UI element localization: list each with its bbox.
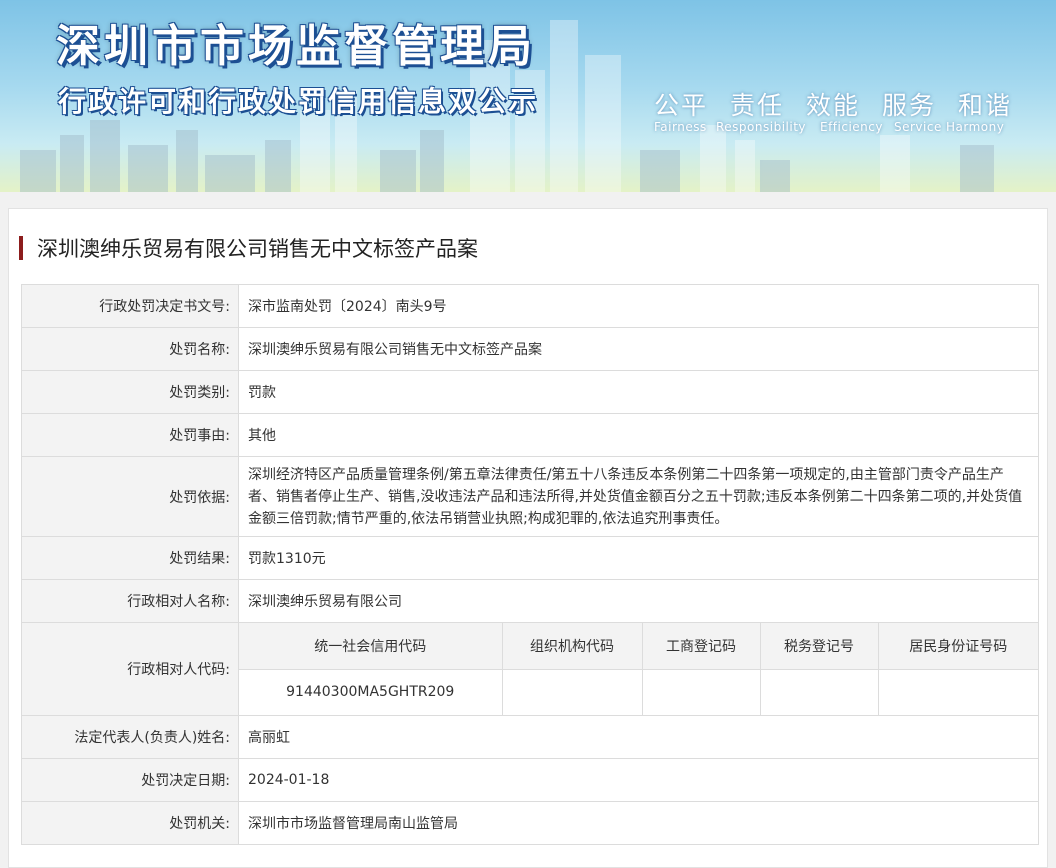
slogan-en-item: Fairness xyxy=(654,120,707,134)
slogan-en-item: Responsibility xyxy=(716,120,807,134)
penalty-reason-value: 其他 xyxy=(238,413,1039,457)
site-subtitle: 行政许可和行政处罚信用信息双公示 xyxy=(58,85,539,118)
field-label: 处罚依据: xyxy=(21,456,239,537)
field-label: 法定代表人(负责人)姓名: xyxy=(21,715,239,759)
legal-rep-value: 高丽虹 xyxy=(238,715,1039,759)
case-detail-panel: 深圳澳绅乐贸易有限公司销售无中文标签产品案 行政处罚决定书文号: 深市监南处罚〔… xyxy=(8,208,1048,868)
business-reg-value xyxy=(642,669,761,715)
table-row: 处罚名称: 深圳澳绅乐贸易有限公司销售无中文标签产品案 xyxy=(21,327,1039,371)
slogan-en: Fairness Responsibility Efficiency Service H… xyxy=(654,120,1004,134)
org-code-value xyxy=(502,669,643,715)
field-label: 处罚类别: xyxy=(21,370,239,414)
codes-header: 居民身份证号码 xyxy=(878,623,1038,670)
site-title: 深圳市市场监督管理局 xyxy=(56,21,536,72)
table-row: 行政相对人名称: 深圳澳绅乐贸易有限公司 xyxy=(21,579,1039,623)
penalty-name-value: 深圳澳绅乐贸易有限公司销售无中文标签产品案 xyxy=(238,327,1039,371)
slogan-item: 公平 xyxy=(654,91,709,120)
slogan-item: 效能 xyxy=(806,91,861,120)
header-banner: 深圳市市场监督管理局 行政许可和行政处罚信用信息双公示 公平 责任 效能 服务 和谐 F… xyxy=(0,0,1056,192)
slogan-en-item: Service xyxy=(894,120,942,134)
party-name-value: 深圳澳绅乐贸易有限公司 xyxy=(238,579,1039,623)
field-label: 处罚名称: xyxy=(21,327,239,371)
field-label: 处罚机关: xyxy=(21,801,239,845)
table-row: 处罚事由: 其他 xyxy=(21,413,1039,457)
case-title-text: 深圳澳绅乐贸易有限公司销售无中文标签产品案 xyxy=(37,237,478,261)
codes-value-row: 91440300MA5GHTR209 xyxy=(239,669,1038,715)
table-row: 行政相对人代码: 统一社会信用代码 组织机构代码 工商登记码 税务登记号 居民身… xyxy=(21,622,1039,716)
penalty-result-value: 罚款1310元 xyxy=(238,536,1039,580)
slogan-item: 责任 xyxy=(730,91,785,120)
field-label: 行政相对人代码: xyxy=(21,622,239,716)
field-label: 处罚事由: xyxy=(21,413,239,457)
credit-code-value: 91440300MA5GHTR209 xyxy=(239,669,503,715)
field-label: 行政处罚决定书文号: xyxy=(21,284,239,328)
table-row: 处罚依据: 深圳经济特区产品质量管理条例/第五章法律责任/第五十八条违反本条例第… xyxy=(21,456,1039,537)
id-number-value xyxy=(878,669,1038,715)
codes-header: 工商登记码 xyxy=(642,623,761,670)
decision-number-value: 深市监南处罚〔2024〕南头9号 xyxy=(238,284,1039,328)
table-row: 处罚类别: 罚款 xyxy=(21,370,1039,414)
field-label: 处罚决定日期: xyxy=(21,758,239,802)
table-row: 行政处罚决定书文号: 深市监南处罚〔2024〕南头9号 xyxy=(21,284,1039,328)
field-label: 行政相对人名称: xyxy=(21,579,239,623)
codes-header: 税务登记号 xyxy=(760,623,879,670)
table-row: 处罚结果: 罚款1310元 xyxy=(21,536,1039,580)
codes-header: 统一社会信用代码 xyxy=(239,623,503,670)
slogan-cn: 公平 责任 效能 服务 和谐 xyxy=(654,86,1012,122)
slogan-item: 服务 xyxy=(882,91,937,120)
decision-date-value: 2024-01-18 xyxy=(238,758,1039,802)
slogan-en-item: Harmony xyxy=(946,120,1005,134)
slogan-en-item: Efficiency xyxy=(820,120,883,134)
tax-reg-value xyxy=(760,669,879,715)
codes-header: 组织机构代码 xyxy=(502,623,643,670)
authority-value: 深圳市市场监督管理局南山监管局 xyxy=(238,801,1039,845)
slogan-item: 和谐 xyxy=(958,91,1013,120)
case-title: 深圳澳绅乐贸易有限公司销售无中文标签产品案 xyxy=(19,233,478,263)
party-codes-table: 统一社会信用代码 组织机构代码 工商登记码 税务登记号 居民身份证号码 9144… xyxy=(239,623,1038,715)
codes-header-row: 统一社会信用代码 组织机构代码 工商登记码 税务登记号 居民身份证号码 xyxy=(239,623,1038,670)
penalty-category-value: 罚款 xyxy=(238,370,1039,414)
penalty-basis-value: 深圳经济特区产品质量管理条例/第五章法律责任/第五十八条违反本条例第二十四条第一… xyxy=(238,456,1039,537)
party-codes-cell: 统一社会信用代码 组织机构代码 工商登记码 税务登记号 居民身份证号码 9144… xyxy=(238,622,1039,716)
table-row: 处罚决定日期: 2024-01-18 xyxy=(21,758,1039,802)
penalty-info-table: 行政处罚决定书文号: 深市监南处罚〔2024〕南头9号 处罚名称: 深圳澳绅乐贸… xyxy=(21,284,1039,845)
title-accent-bar xyxy=(19,236,23,260)
table-row: 处罚机关: 深圳市市场监督管理局南山监管局 xyxy=(21,801,1039,845)
table-row: 法定代表人(负责人)姓名: 高丽虹 xyxy=(21,715,1039,759)
field-label: 处罚结果: xyxy=(21,536,239,580)
